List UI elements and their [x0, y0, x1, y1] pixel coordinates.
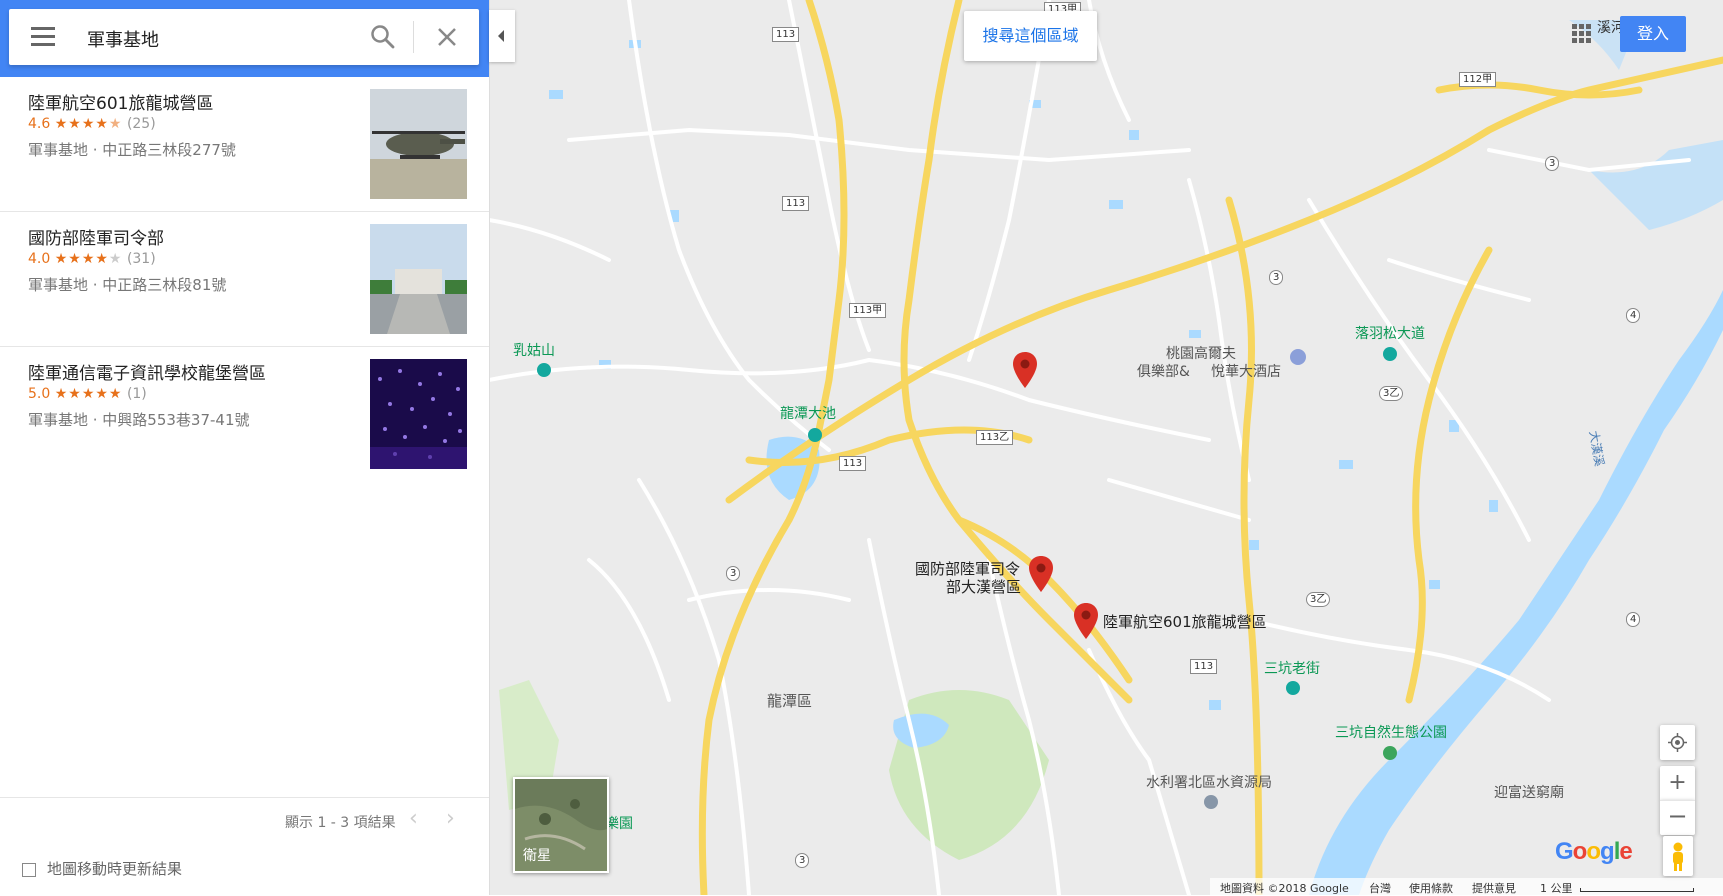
rating-value: 4.6	[28, 116, 51, 132]
chevron-right-icon[interactable]: ›	[446, 806, 455, 831]
collapse-panel-button[interactable]	[489, 10, 515, 62]
poi-label[interactable]: 水利署北區水資源局	[1146, 772, 1272, 792]
star-rating-icon: ★★★★★	[54, 386, 123, 402]
menu-icon[interactable]	[31, 27, 55, 47]
road-shield: 3乙	[1306, 592, 1331, 607]
sign-in-button[interactable]: 登入	[1620, 16, 1686, 52]
attribution-region[interactable]: 台灣	[1369, 880, 1391, 896]
review-count: (1)	[126, 386, 147, 402]
search-input[interactable]: 軍事基地	[87, 26, 159, 52]
result-meta: 軍事基地 · 中正路三林段81號	[28, 276, 227, 294]
result-item[interactable]: 國防部陸軍司令部 4.0 ★★★★★ (31) 軍事基地 · 中正路三林段81號	[0, 212, 489, 347]
pagination-text: 顯示 1 - 3 項結果	[285, 815, 396, 831]
rating-value: 5.0	[28, 386, 51, 402]
search-divider	[413, 21, 414, 53]
poi-label[interactable]: 俱樂部&	[1137, 361, 1190, 381]
search-box[interactable]: 軍事基地	[9, 9, 479, 65]
map-pin-icon[interactable]	[1012, 352, 1038, 388]
street-view-pegman-icon[interactable]	[1663, 836, 1693, 876]
poi-label[interactable]: 乳姑山	[513, 340, 555, 360]
road-shield: 113	[772, 27, 800, 42]
satellite-label: 衛星	[523, 848, 551, 864]
park-icon	[1383, 347, 1397, 361]
park-icon	[1286, 681, 1300, 695]
road-shield: 113	[1190, 659, 1218, 674]
footer-divider	[0, 797, 489, 798]
result-name: 陸軍通信電子資訊學校龍堡營區	[28, 364, 266, 384]
poi-label[interactable]: 三坑自然生態公園	[1335, 722, 1447, 742]
park-icon	[1383, 746, 1397, 760]
minor-roads	[489, 0, 1691, 895]
search-bar: 軍事基地	[0, 0, 489, 77]
park-icon	[537, 363, 551, 377]
result-photo[interactable]	[370, 224, 467, 334]
scale-label[interactable]: 1 公里	[1540, 880, 1573, 896]
poi-label[interactable]: 桃園高爾夫	[1166, 343, 1236, 363]
rating-row: 4.0 ★★★★★ (31)	[28, 251, 156, 267]
pegman-figure	[1673, 842, 1683, 871]
update-results-label: 地圖移動時更新結果	[47, 860, 183, 878]
result-name: 陸軍航空601旅龍城營區	[28, 94, 214, 114]
pin-label[interactable]: 陸軍航空601旅龍城營區	[1103, 611, 1267, 632]
poi-label: 樂園	[605, 816, 633, 832]
major-roads	[698, 0, 1723, 895]
result-meta: 軍事基地 · 中正路三林段277號	[28, 141, 236, 159]
locate-icon	[1668, 733, 1687, 752]
poi-label[interactable]: 三坑老街	[1264, 658, 1320, 678]
poi-label[interactable]: 龍潭大池	[780, 403, 836, 423]
results-panel: 軍事基地 陸軍航空601旅龍城營區 4.6 ★★★★★ (25) 軍事基地 · …	[0, 0, 490, 895]
park-icon	[808, 428, 822, 442]
search-icon[interactable]	[369, 23, 397, 51]
map-base	[489, 0, 1723, 895]
road-shield: 113	[782, 196, 810, 211]
zoom-in-button[interactable]: +	[1660, 766, 1695, 800]
result-photo[interactable]	[370, 359, 467, 469]
scale-bar	[1580, 888, 1694, 892]
road-shield: 113甲	[849, 303, 887, 318]
chevron-left-icon[interactable]: ‹	[409, 806, 418, 831]
result-photo[interactable]	[370, 89, 467, 199]
government-icon	[1204, 795, 1218, 809]
zoom-out-button[interactable]: −	[1660, 800, 1695, 835]
update-results-checkbox[interactable]	[22, 863, 36, 877]
search-this-area-button[interactable]: 搜尋這個區域	[964, 11, 1097, 61]
poi-label[interactable]: 迎富送窮廟	[1494, 782, 1564, 802]
map-canvas[interactable]: 113 113 113甲 113乙 113 113 113甲 112甲 3 3 …	[489, 0, 1723, 895]
attribution-data: 地圖資料 ©2018 Google	[1220, 882, 1349, 895]
star-rating-icon: ★★★★★	[54, 251, 123, 267]
road-shield: 3乙	[1379, 386, 1404, 401]
google-logo: Google	[1555, 838, 1633, 865]
review-count: (25)	[126, 116, 156, 132]
review-count: (31)	[126, 251, 156, 267]
road-shield: 113	[839, 456, 867, 471]
map-attribution: 地圖資料 ©2018 Google 台灣 使用條款 提供意見 1 公里	[1210, 878, 1723, 895]
district-label: 龍潭區	[767, 692, 813, 710]
feedback-link[interactable]: 提供意見	[1472, 880, 1516, 896]
rating-row: 5.0 ★★★★★ (1)	[28, 386, 147, 402]
rating-value: 4.0	[28, 251, 51, 267]
road-shield: 112甲	[1459, 72, 1497, 87]
result-meta: 軍事基地 · 中興路553巷37-41號	[28, 411, 250, 429]
poi-label[interactable]: 落羽松大道	[1355, 323, 1425, 343]
river-water	[1589, 140, 1723, 230]
map-pin-icon[interactable]	[1073, 603, 1099, 639]
result-item[interactable]: 陸軍通信電子資訊學校龍堡營區 5.0 ★★★★★ (1) 軍事基地 · 中興路5…	[0, 347, 489, 481]
apps-grid-icon[interactable]	[1572, 24, 1592, 44]
road-shield: 113乙	[976, 430, 1014, 445]
pin-label[interactable]: 部大漢營區	[946, 576, 1021, 597]
satellite-toggle[interactable]: 衛星	[513, 777, 609, 873]
poi-label[interactable]: 悅華大酒店	[1211, 361, 1281, 381]
hotel-icon	[1290, 349, 1306, 365]
close-icon[interactable]	[433, 23, 461, 51]
star-rating-icon: ★★★★★	[54, 116, 123, 132]
my-location-button[interactable]	[1660, 725, 1695, 760]
result-name: 國防部陸軍司令部	[28, 229, 164, 249]
result-item[interactable]: 陸軍航空601旅龍城營區 4.6 ★★★★★ (25) 軍事基地 · 中正路三林…	[0, 77, 489, 212]
rating-row: 4.6 ★★★★★ (25)	[28, 116, 156, 132]
terms-link[interactable]: 使用條款	[1409, 880, 1453, 896]
map-pin-icon[interactable]	[1028, 556, 1054, 592]
